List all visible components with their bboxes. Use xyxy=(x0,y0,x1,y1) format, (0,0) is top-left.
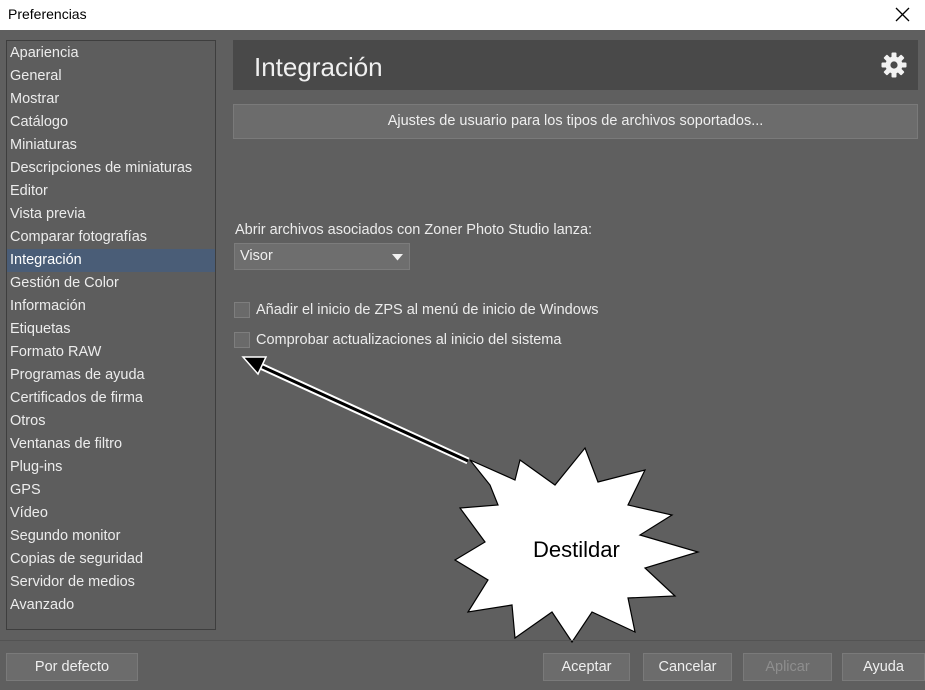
help-button[interactable]: Ayuda xyxy=(842,653,925,681)
annotation-overlay xyxy=(241,356,701,644)
cancel-button[interactable]: Cancelar xyxy=(643,653,732,681)
default-button[interactable]: Por defecto xyxy=(6,653,138,681)
apply-button[interactable]: Aplicar xyxy=(743,653,832,681)
annotation-arrow xyxy=(241,356,470,465)
callout-text: Destildar xyxy=(533,537,620,562)
footer-divider xyxy=(0,640,925,641)
accept-button[interactable]: Aceptar xyxy=(543,653,630,681)
